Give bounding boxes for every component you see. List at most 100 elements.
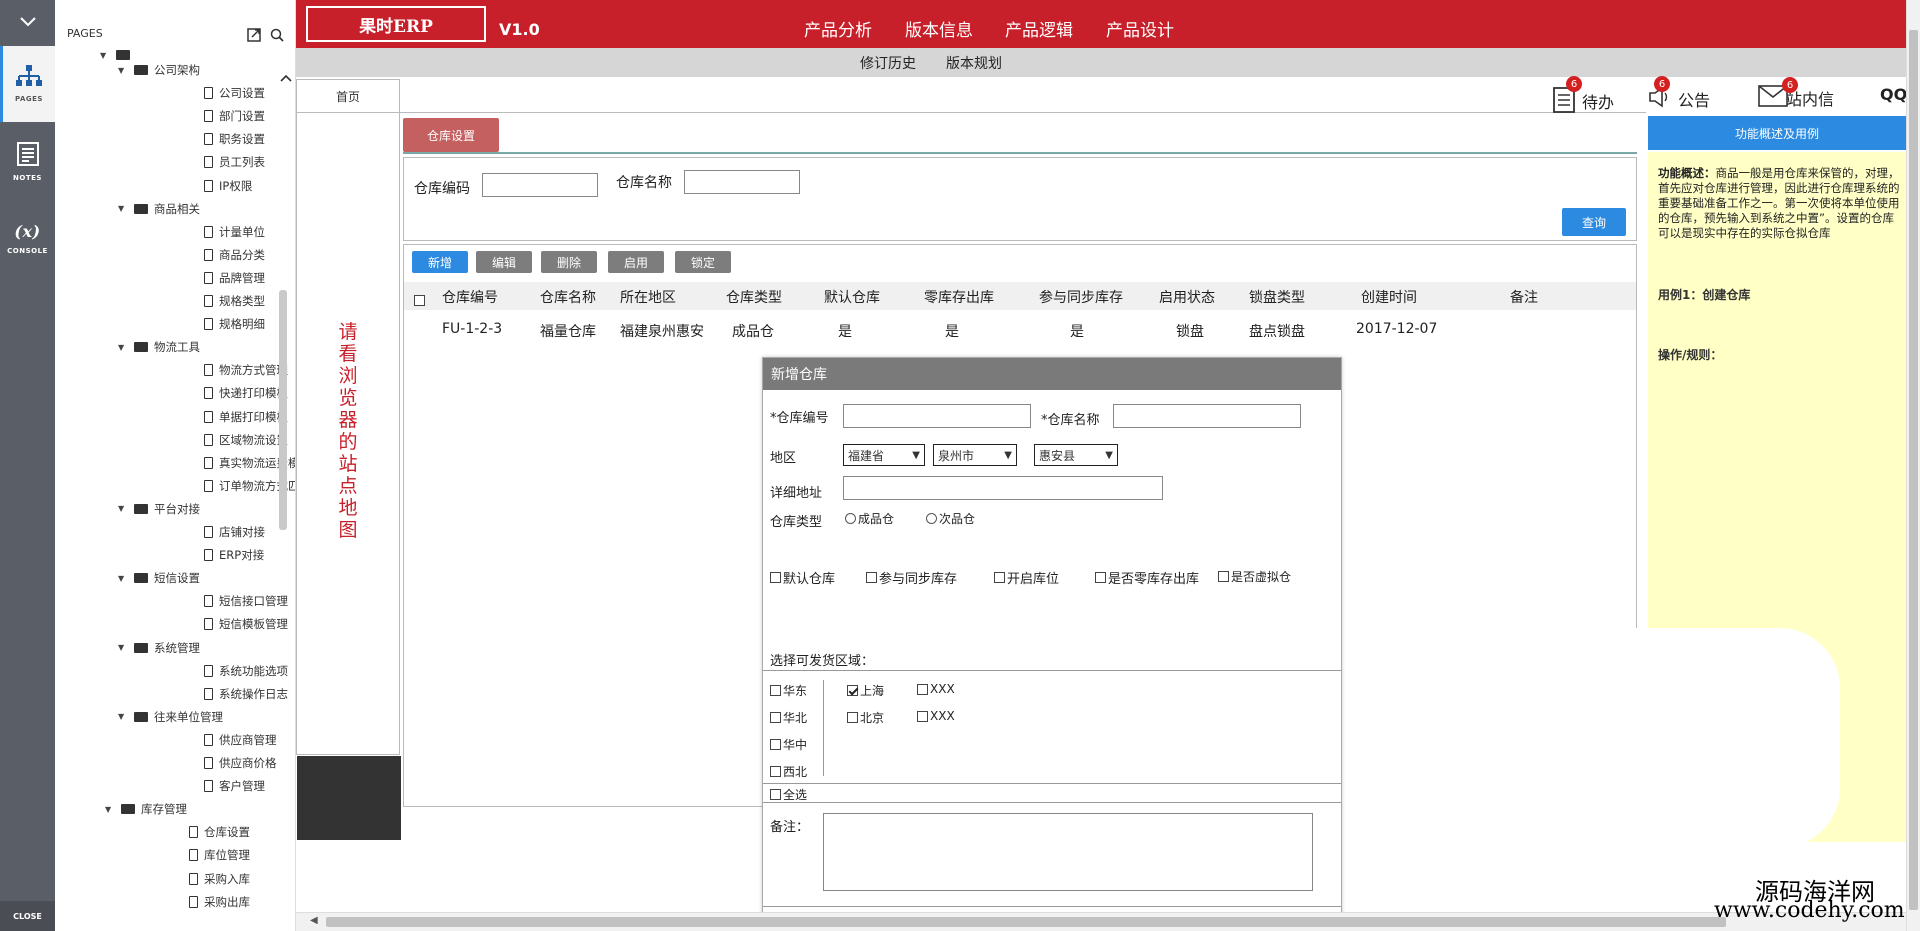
- region-east[interactable]: 华东: [770, 682, 807, 699]
- tab-warehouse-settings[interactable]: 仓库设置: [403, 118, 499, 152]
- tree-scroll-up-icon[interactable]: [280, 74, 292, 82]
- message-button[interactable]: 6 站内信: [1758, 77, 1834, 111]
- delete-button[interactable]: 删除: [541, 251, 597, 273]
- tree-item[interactable]: 物流方式管理: [204, 362, 288, 378]
- nav-version-info[interactable]: 版本信息: [905, 16, 973, 41]
- app-logo[interactable]: 果时ERP: [306, 6, 486, 42]
- rail-notes-button[interactable]: NOTES: [0, 124, 55, 200]
- tree-group-4[interactable]: ▼ 短信设置: [118, 570, 200, 586]
- column-header[interactable]: 零库存出库: [924, 287, 994, 307]
- nav-product-analysis[interactable]: 产品分析: [804, 16, 872, 41]
- search-page-icon[interactable]: [270, 28, 284, 42]
- county-select[interactable]: 惠安县 ▼: [1034, 444, 1118, 466]
- tree-item[interactable]: 系统操作日志: [204, 686, 288, 702]
- city-select[interactable]: 泉州市 ▼: [933, 444, 1017, 466]
- tree-item[interactable]: 区域物流设置: [204, 432, 288, 448]
- horizontal-scroll-thumb[interactable]: [326, 917, 1726, 927]
- tree-item[interactable]: 店铺对接: [204, 524, 265, 540]
- nav-product-logic[interactable]: 产品逻辑: [1005, 16, 1073, 41]
- tree-item[interactable]: 系统功能选项: [204, 663, 288, 679]
- rail-close-button[interactable]: CLOSE: [0, 901, 55, 931]
- tree-item[interactable]: IP权限: [204, 178, 252, 194]
- tree-item[interactable]: 库位管理: [189, 847, 250, 863]
- scroll-left-arrow-icon[interactable]: ◀: [310, 915, 318, 926]
- tree-item[interactable]: 商品分类: [204, 247, 265, 263]
- tree-item[interactable]: 员工列表: [204, 154, 265, 170]
- expand-triangle-icon[interactable]: ▼: [118, 712, 128, 721]
- flag-zero-stock[interactable]: 是否零库存出库: [1095, 568, 1199, 587]
- tree-item[interactable]: 单据打印模板: [204, 409, 288, 425]
- tree-scrollbar[interactable]: [279, 290, 287, 530]
- tree-item[interactable]: 职务设置: [204, 131, 265, 147]
- dialog-address-input[interactable]: [843, 476, 1163, 500]
- export-icon[interactable]: [247, 28, 261, 42]
- dialog-name-input[interactable]: [1113, 404, 1301, 428]
- expand-triangle-icon[interactable]: ▼: [118, 66, 128, 75]
- add-button[interactable]: 新增: [412, 251, 468, 273]
- city-beijing[interactable]: 北京: [847, 709, 884, 726]
- flag-sync-stock[interactable]: 参与同步库存: [866, 568, 957, 587]
- tree-group-stock[interactable]: ▼ 库存管理: [105, 801, 187, 817]
- other-option-2[interactable]: XXX: [917, 709, 955, 723]
- help-header-button[interactable]: 功能概述及用例: [1648, 116, 1906, 150]
- qq-link[interactable]: QQ: [1880, 85, 1907, 104]
- expand-triangle-icon[interactable]: ▼: [118, 504, 128, 513]
- region-north[interactable]: 华北: [770, 709, 807, 726]
- lock-button[interactable]: 锁定: [675, 251, 731, 273]
- vertical-scroll-thumb[interactable]: [1909, 30, 1918, 910]
- tree-item[interactable]: 规格类型: [204, 293, 265, 309]
- column-header[interactable]: 仓库类型: [726, 287, 782, 307]
- flag-default[interactable]: 默认仓库: [770, 568, 835, 587]
- name-input[interactable]: [684, 170, 800, 194]
- rail-pages-button[interactable]: PAGES: [0, 46, 55, 122]
- expand-triangle-icon[interactable]: ▼: [118, 574, 128, 583]
- city-shanghai[interactable]: 上海: [847, 682, 884, 699]
- column-header[interactable]: 创建时间: [1361, 287, 1417, 307]
- tree-group-1[interactable]: ▼ 商品相关: [118, 201, 200, 217]
- select-all-areas[interactable]: 全选: [770, 786, 807, 803]
- subnav-revision-history[interactable]: 修订历史: [860, 53, 916, 73]
- dialog-code-input[interactable]: [843, 404, 1031, 428]
- expand-triangle-icon[interactable]: ▼: [105, 805, 115, 814]
- region-northwest[interactable]: 西北: [770, 763, 807, 780]
- column-header[interactable]: 参与同步库存: [1039, 287, 1123, 307]
- tree-item[interactable]: 仓库设置: [189, 824, 250, 840]
- tree-item[interactable]: 短信模板管理: [204, 616, 288, 632]
- dialog-remark-textarea[interactable]: [823, 813, 1313, 891]
- tree-group-2[interactable]: ▼ 物流工具: [118, 339, 200, 355]
- tree-item[interactable]: 客户管理: [204, 778, 265, 794]
- tree-item[interactable]: 短信接口管理: [204, 593, 288, 609]
- query-button[interactable]: 查询: [1562, 208, 1626, 236]
- expand-triangle-icon[interactable]: ▼: [118, 643, 128, 652]
- tree-item[interactable]: 计量单位: [204, 224, 265, 240]
- column-header[interactable]: 默认仓库: [824, 287, 880, 307]
- todo-button[interactable]: 6 待办: [1552, 76, 1614, 117]
- flag-location[interactable]: 开启库位: [994, 568, 1059, 587]
- tree-item[interactable]: 部门设置: [204, 108, 265, 124]
- enable-button[interactable]: 启用: [608, 251, 664, 273]
- column-header[interactable]: 所在地区: [620, 287, 676, 307]
- tree-item[interactable]: 品牌管理: [204, 270, 265, 286]
- tree-group-5[interactable]: ▼ 系统管理: [118, 640, 200, 656]
- region-central[interactable]: 华中: [770, 736, 807, 753]
- vertical-scrollbar[interactable]: [1906, 0, 1920, 931]
- tree-item[interactable]: 供应商价格: [204, 755, 277, 771]
- other-option-1[interactable]: XXX: [917, 682, 955, 696]
- tree-item[interactable]: 供应商管理: [204, 732, 277, 748]
- horizontal-scrollbar[interactable]: ◀: [296, 912, 1906, 931]
- expand-triangle-icon[interactable]: ▼: [118, 204, 128, 213]
- tree-group-3[interactable]: ▼ 平台对接: [118, 501, 200, 517]
- rail-console-button[interactable]: (x) CONSOLE: [0, 200, 55, 276]
- tree-group-6[interactable]: ▼ 往来单位管理: [118, 709, 223, 725]
- select-all-rows-checkbox[interactable]: [414, 290, 425, 309]
- tree-group-0[interactable]: ▼ 公司架构: [118, 62, 200, 78]
- type-radio-finished[interactable]: 成品仓: [845, 510, 894, 527]
- column-header[interactable]: 锁盘类型: [1249, 287, 1305, 307]
- tree-item[interactable]: 采购入库: [189, 871, 250, 887]
- tree-item[interactable]: 快递打印模板: [204, 385, 288, 401]
- tree-item[interactable]: ERP对接: [204, 547, 264, 563]
- tree-item[interactable]: 采购出库: [189, 894, 250, 910]
- edit-button[interactable]: 编辑: [476, 251, 532, 273]
- column-header[interactable]: 仓库编号: [442, 287, 498, 307]
- tree-item[interactable]: 规格明细: [204, 316, 265, 332]
